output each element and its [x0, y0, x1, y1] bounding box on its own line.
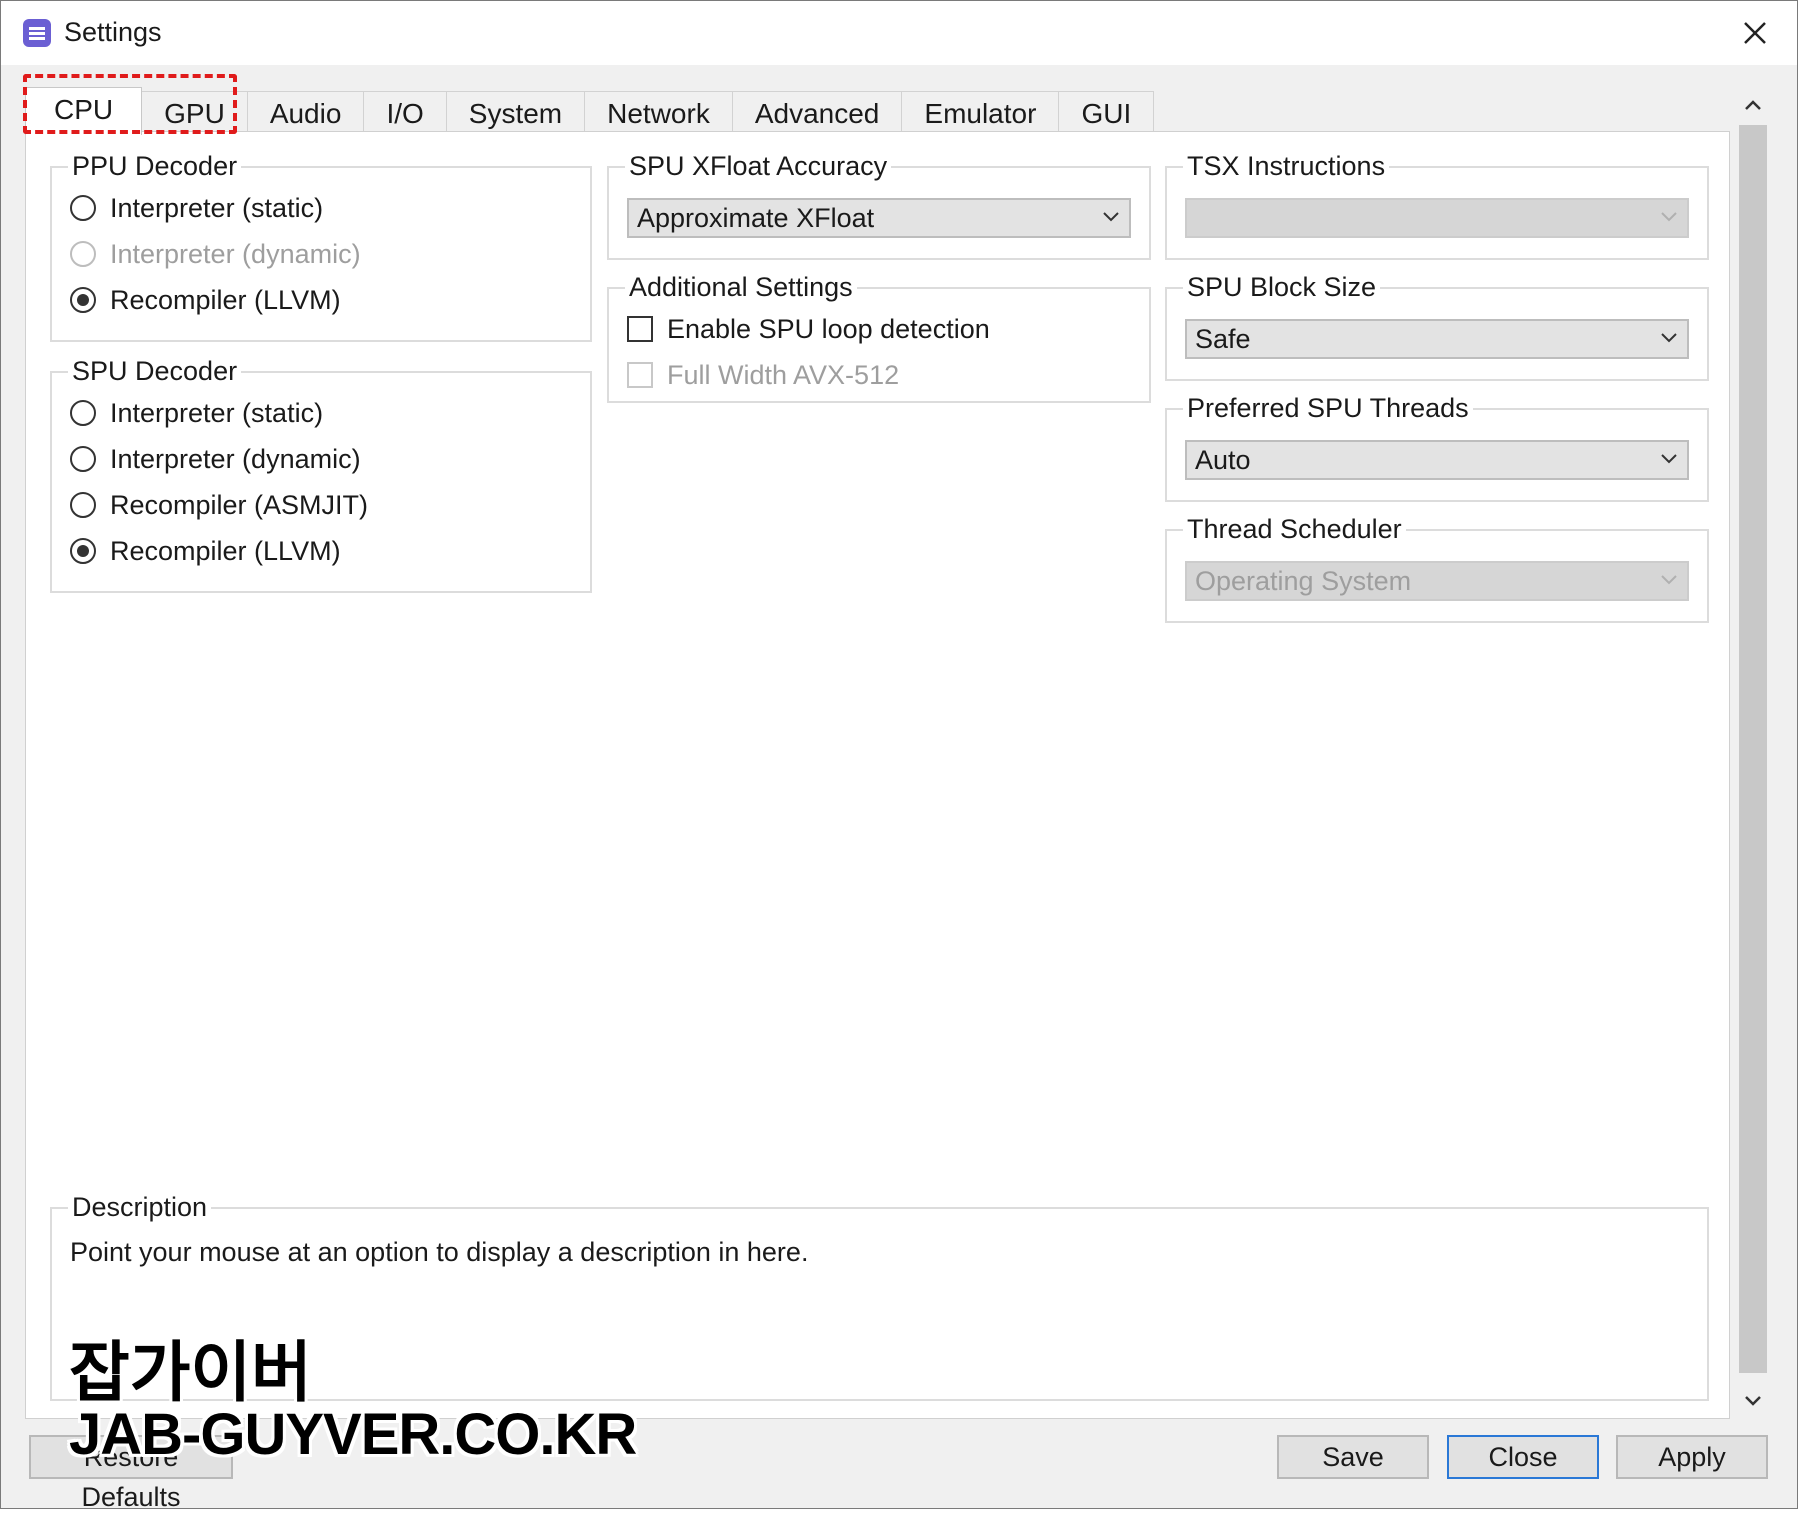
- description-text: Point your mouse at an option to display…: [70, 1237, 809, 1267]
- group-title: Thread Scheduler: [1183, 511, 1406, 547]
- radio-label: Recompiler (LLVM): [110, 284, 341, 315]
- spu-xfloat-group: SPU XFloat Accuracy Approximate XFloat: [607, 148, 1151, 260]
- radio-button[interactable]: [70, 492, 96, 518]
- chevron-down-icon: [1661, 575, 1677, 585]
- additional-settings-group: Additional Settings Enable SPU loop dete…: [607, 269, 1151, 403]
- spu-threads-dropdown[interactable]: Auto: [1185, 440, 1689, 480]
- radio-button[interactable]: [70, 195, 96, 221]
- dropdown-value: Operating System: [1195, 566, 1412, 596]
- dropdown-value: Approximate XFloat: [637, 203, 875, 233]
- radio-label: Interpreter (static): [110, 397, 324, 428]
- thread-scheduler-dropdown: Operating System: [1185, 561, 1689, 601]
- radio-button[interactable]: [70, 538, 96, 564]
- radio-button[interactable]: [70, 446, 96, 472]
- dropdown-value: Auto: [1195, 445, 1251, 475]
- apply-button[interactable]: Apply: [1616, 1435, 1768, 1479]
- tab-advanced[interactable]: Advanced: [732, 91, 903, 133]
- ppu-interpreter-static[interactable]: Interpreter (static): [70, 188, 323, 228]
- chevron-down-icon: [1661, 333, 1677, 343]
- tsx-instructions-group: TSX Instructions: [1165, 148, 1709, 260]
- tab-gui[interactable]: GUI: [1059, 91, 1155, 133]
- thread-scheduler-group: Thread Scheduler Operating System: [1165, 511, 1709, 623]
- spu-block-size-group: SPU Block Size Safe: [1165, 269, 1709, 381]
- checkbox: [627, 362, 653, 388]
- spu-recompiler-asmjit[interactable]: Recompiler (ASMJIT): [70, 485, 368, 525]
- radio-label: Interpreter (dynamic): [110, 443, 361, 474]
- window-title: Settings: [64, 17, 162, 47]
- group-title: SPU Decoder: [68, 353, 242, 389]
- spu-interpreter-dynamic[interactable]: Interpreter (dynamic): [70, 439, 361, 479]
- scrollbar[interactable]: [1739, 125, 1767, 1373]
- scroll-down-icon[interactable]: [1741, 1391, 1765, 1411]
- radio-button[interactable]: [70, 287, 96, 313]
- chevron-down-icon: [1661, 454, 1677, 464]
- checkbox[interactable]: [627, 316, 653, 342]
- chevron-down-icon: [1661, 212, 1677, 222]
- app-icon: [23, 19, 51, 47]
- ppu-interpreter-dynamic: Interpreter (dynamic): [70, 234, 361, 274]
- group-title: SPU Block Size: [1183, 269, 1381, 305]
- group-title: Description: [68, 1189, 212, 1225]
- tab-io[interactable]: I/O: [364, 91, 447, 133]
- group-title: PPU Decoder: [68, 148, 242, 184]
- radio-label: Interpreter (dynamic): [110, 238, 361, 269]
- spu-xfloat-dropdown[interactable]: Approximate XFloat: [627, 198, 1131, 238]
- spu-decoder-group: SPU Decoder Interpreter (static) Interpr…: [50, 353, 592, 593]
- tab-system[interactable]: System: [446, 91, 586, 133]
- dropdown-value: Safe: [1195, 324, 1251, 354]
- checkbox-label: Full Width AVX-512: [667, 359, 900, 390]
- tsx-dropdown: [1185, 198, 1689, 238]
- group-title: SPU XFloat Accuracy: [625, 148, 892, 184]
- close-icon[interactable]: [1735, 13, 1775, 53]
- spu-interpreter-static[interactable]: Interpreter (static): [70, 393, 323, 433]
- ppu-recompiler-llvm[interactable]: Recompiler (LLVM): [70, 280, 341, 320]
- ppu-decoder-group: PPU Decoder Interpreter (static) Interpr…: [50, 148, 592, 342]
- preferred-spu-threads-group: Preferred SPU Threads Auto: [1165, 390, 1709, 502]
- scroll-up-icon[interactable]: [1741, 95, 1765, 115]
- tab-highlight-annotation: [23, 74, 237, 134]
- full-width-avx512: Full Width AVX-512: [627, 355, 899, 395]
- chevron-down-icon: [1103, 212, 1119, 222]
- cpu-settings-panel: PPU Decoder Interpreter (static) Interpr…: [25, 131, 1730, 1419]
- radio-button: [70, 241, 96, 267]
- tab-audio[interactable]: Audio: [247, 91, 365, 133]
- watermark-url: JAB-GUYVER.CO.KR: [69, 1402, 637, 1467]
- radio-button[interactable]: [70, 400, 96, 426]
- radio-label: Recompiler (LLVM): [110, 535, 341, 566]
- title-bar: Settings: [1, 1, 1797, 65]
- radio-label: Interpreter (static): [110, 192, 324, 223]
- tab-emulator[interactable]: Emulator: [902, 91, 1060, 133]
- group-title: Preferred SPU Threads: [1183, 390, 1473, 426]
- save-button[interactable]: Save: [1277, 1435, 1429, 1479]
- spu-block-size-dropdown[interactable]: Safe: [1185, 319, 1689, 359]
- checkbox-label: Enable SPU loop detection: [667, 313, 990, 344]
- enable-spu-loop-detection[interactable]: Enable SPU loop detection: [627, 309, 990, 349]
- spu-recompiler-llvm[interactable]: Recompiler (LLVM): [70, 531, 341, 571]
- close-button[interactable]: Close: [1447, 1435, 1599, 1479]
- group-title: TSX Instructions: [1183, 148, 1390, 184]
- settings-window: Settings CPU GPU Audio I/O System Networ…: [0, 0, 1798, 1512]
- radio-label: Recompiler (ASMJIT): [110, 489, 369, 520]
- group-title: Additional Settings: [625, 269, 857, 305]
- tab-network[interactable]: Network: [585, 91, 733, 133]
